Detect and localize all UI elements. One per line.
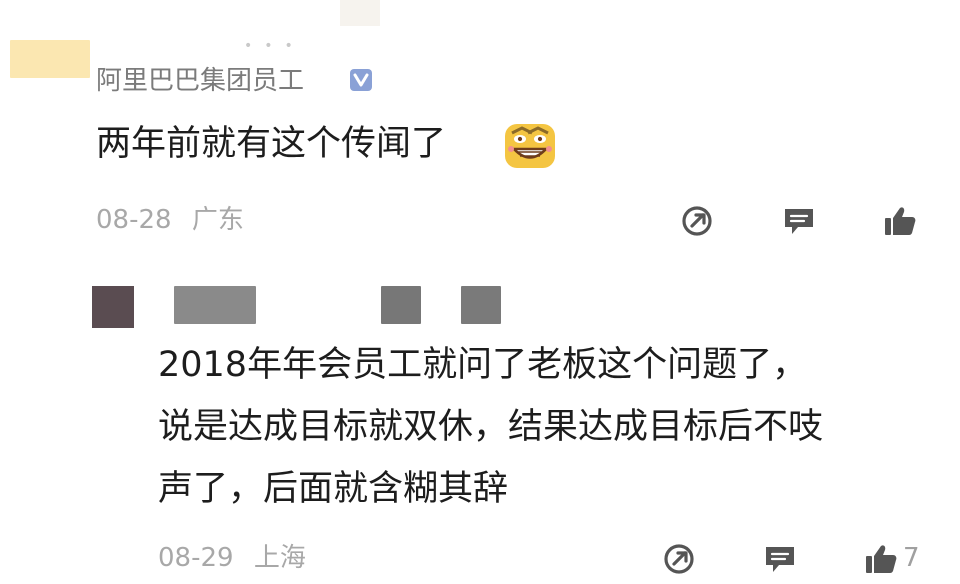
redacted-name-block	[461, 286, 501, 324]
like-icon[interactable]	[864, 542, 898, 576]
comment-date: 08-28	[96, 205, 172, 235]
redacted-name-block	[174, 286, 256, 324]
share-icon[interactable]	[681, 204, 715, 238]
like-icon[interactable]	[883, 204, 917, 238]
grinning-emoji-icon	[502, 117, 558, 173]
comment-text: 两年前就有这个传闻了	[96, 124, 447, 164]
verified-badge	[350, 69, 372, 91]
reply-location: 上海	[253, 543, 306, 573]
comment-location: 广东	[191, 205, 244, 235]
like-count: 7	[903, 543, 920, 573]
share-icon[interactable]	[663, 542, 697, 576]
avatar[interactable]	[92, 286, 134, 328]
top-faint-strip	[340, 0, 380, 26]
reply-text: 2018年年会员工就问了老板这个问题了， 说是达成目标就双休，结果达成目标后不吱…	[158, 345, 824, 509]
top-left-redacted-block	[10, 40, 90, 78]
verified-v-icon	[353, 73, 369, 87]
reply-icon[interactable]	[782, 204, 816, 238]
top-faint-dots: •••	[244, 38, 305, 54]
reply-meta: 08-29 上海	[158, 541, 306, 575]
author-name[interactable]: 阿里巴巴集团员工	[96, 63, 304, 99]
comment-meta: 08-28 广东	[96, 203, 244, 237]
reply-date: 08-29	[158, 543, 234, 573]
redacted-name-block	[381, 286, 421, 324]
reply-icon[interactable]	[763, 542, 797, 576]
